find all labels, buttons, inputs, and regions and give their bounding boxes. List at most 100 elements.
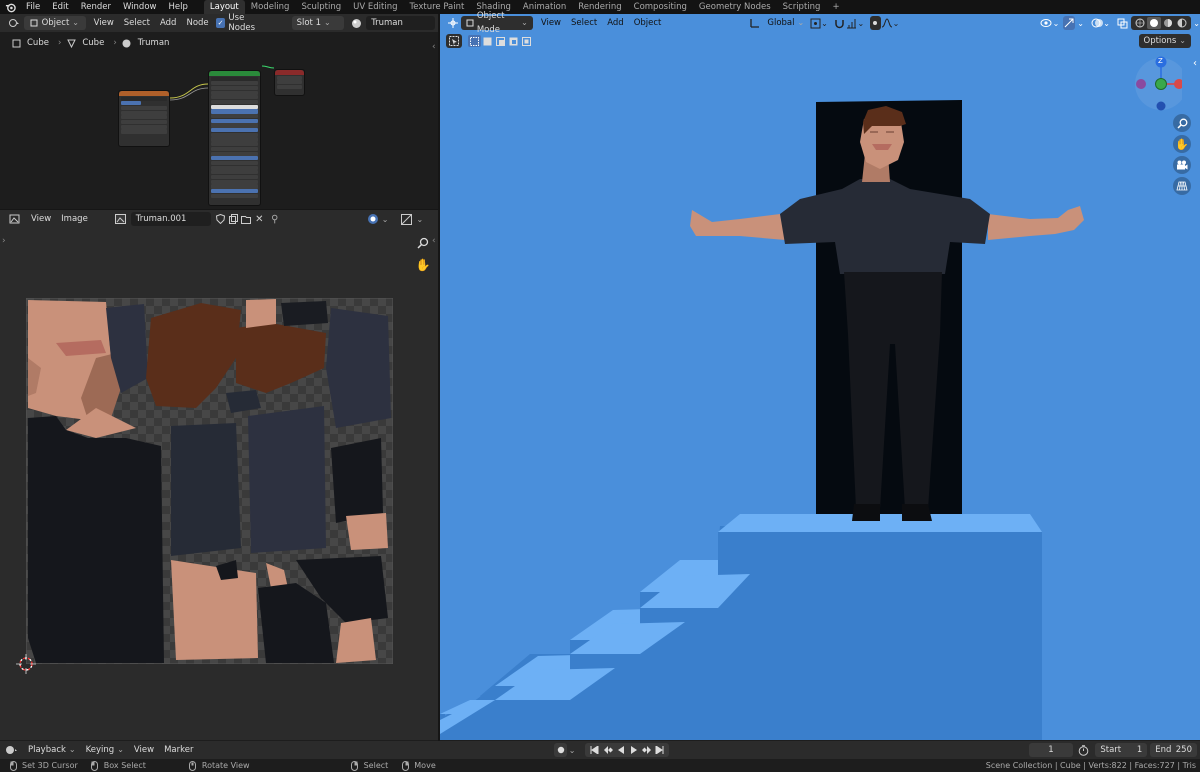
current-frame-field[interactable]: 1 xyxy=(1029,743,1073,757)
menu-view[interactable]: View xyxy=(89,18,119,28)
menu-marker[interactable]: Marker xyxy=(159,745,198,755)
start-frame-field[interactable]: Start 1 xyxy=(1095,743,1148,757)
menu-edit[interactable]: Edit xyxy=(46,0,74,14)
editor-type-icon[interactable] xyxy=(446,17,461,29)
tab-modeling[interactable]: Modeling xyxy=(245,0,296,14)
node-header[interactable] xyxy=(275,70,304,75)
overlays-icon[interactable] xyxy=(364,213,382,225)
transform-orientation-dropdown[interactable]: Global xyxy=(748,18,809,28)
menu-object[interactable]: Object xyxy=(629,18,667,28)
image-texture-node[interactable] xyxy=(118,90,170,147)
overlays-icon[interactable] xyxy=(1090,17,1103,29)
material-sphere-icon[interactable] xyxy=(347,18,367,29)
chevron-down-icon[interactable]: ⌄ xyxy=(1077,19,1084,28)
fake-user-shield-icon[interactable] xyxy=(214,214,227,224)
wireframe-shading-icon[interactable] xyxy=(1133,18,1147,28)
menu-file[interactable]: File xyxy=(20,0,46,14)
chevron-down-icon[interactable]: ⌄ xyxy=(1053,19,1060,28)
jump-to-start-icon[interactable] xyxy=(588,746,601,754)
chevron-down-icon[interactable]: ⌄ xyxy=(569,746,576,755)
menu-view[interactable]: View xyxy=(129,745,159,755)
visibility-eye-icon[interactable] xyxy=(1039,18,1052,28)
play-icon[interactable] xyxy=(627,746,640,754)
object-type-dropdown[interactable]: Object xyxy=(23,16,86,30)
node-header[interactable] xyxy=(119,91,169,96)
2d-cursor-icon[interactable] xyxy=(16,654,36,674)
menu-view[interactable]: View xyxy=(26,214,56,224)
chevron-down-icon[interactable]: ⌄ xyxy=(893,19,900,28)
menu-playback[interactable]: Playback xyxy=(23,745,81,755)
zoom-icon[interactable] xyxy=(1173,114,1191,132)
select-intersect-icon[interactable] xyxy=(520,36,533,46)
proportional-edit-icon[interactable] xyxy=(870,16,881,30)
camera-view-icon[interactable] xyxy=(1173,156,1191,174)
use-nodes-toggle[interactable]: ✓ Use Nodes xyxy=(215,13,278,33)
zoom-icon[interactable] xyxy=(414,234,432,252)
select-tool-icon[interactable] xyxy=(446,34,462,48)
editor-type-icon[interactable] xyxy=(4,214,26,224)
tab-scripting[interactable]: Scripting xyxy=(777,0,827,14)
menu-add[interactable]: Add xyxy=(155,18,181,28)
menu-view[interactable]: View xyxy=(536,18,566,28)
sidebar-toggle-icon[interactable]: ‹ xyxy=(432,236,436,246)
object-mode-dropdown[interactable]: Object Mode xyxy=(460,11,533,35)
tab-compositing[interactable]: Compositing xyxy=(628,0,693,14)
tab-uv-editing[interactable]: UV Editing xyxy=(347,0,403,14)
menu-select[interactable]: Select xyxy=(566,18,602,28)
editor-type-icon[interactable] xyxy=(2,745,23,755)
menu-keying[interactable]: Keying xyxy=(81,745,129,755)
add-workspace-button[interactable]: + xyxy=(826,0,845,14)
jump-to-keyframe-back-icon[interactable] xyxy=(601,746,614,754)
jump-to-end-icon[interactable] xyxy=(653,746,666,754)
xray-toggle-icon[interactable] xyxy=(1116,18,1129,29)
tab-sculpting[interactable]: Sculpting xyxy=(295,0,347,14)
pin-icon[interactable]: ⚲ xyxy=(266,214,284,225)
3d-viewport[interactable]: Object Mode View Select Add Object Globa… xyxy=(440,11,1200,740)
select-extend-icon[interactable] xyxy=(481,37,494,46)
tab-rendering[interactable]: Rendering xyxy=(572,0,627,14)
pivot-point-icon[interactable] xyxy=(809,18,821,29)
stopwatch-icon[interactable] xyxy=(1076,744,1092,756)
chevron-down-icon[interactable]: ⌄ xyxy=(382,215,389,224)
display-channels-icon[interactable] xyxy=(397,213,417,225)
tab-layout[interactable]: Layout xyxy=(203,0,245,14)
perspective-grid-icon[interactable] xyxy=(1173,177,1191,195)
open-folder-icon[interactable] xyxy=(240,215,253,224)
gizmo-toggle-icon[interactable] xyxy=(1063,16,1076,30)
falloff-icon[interactable] xyxy=(881,18,893,28)
tab-animation[interactable]: Animation xyxy=(517,0,572,14)
play-reverse-icon[interactable] xyxy=(614,746,627,754)
sidebar-toggle-icon[interactable]: ‹ xyxy=(1193,58,1197,69)
close-icon[interactable]: ✕ xyxy=(253,214,266,225)
end-frame-field[interactable]: End 250 xyxy=(1150,743,1197,757)
blender-logo-icon[interactable] xyxy=(0,0,20,14)
pan-hand-icon[interactable]: ✋ xyxy=(1173,135,1191,153)
select-invert-icon[interactable] xyxy=(507,37,520,46)
checkbox-checked-icon[interactable]: ✓ xyxy=(215,18,226,28)
image-name-field[interactable]: Truman.001 xyxy=(130,212,211,226)
uv-texture-canvas[interactable] xyxy=(26,298,393,664)
material-name-field[interactable]: Truman xyxy=(366,16,435,30)
select-subtract-icon[interactable] xyxy=(494,36,507,46)
menu-render[interactable]: Render xyxy=(75,0,117,14)
jump-to-keyframe-forward-icon[interactable] xyxy=(640,746,653,754)
pan-hand-icon[interactable]: ✋ xyxy=(414,256,432,274)
slot-dropdown[interactable]: Slot 1 xyxy=(291,16,344,30)
tab-geometry-nodes[interactable]: Geometry Nodes xyxy=(693,0,777,14)
menu-node[interactable]: Node xyxy=(181,18,213,28)
toolbar-toggle-icon[interactable]: › xyxy=(2,236,6,246)
snap-magnet-icon[interactable] xyxy=(834,18,846,29)
solid-shading-icon[interactable] xyxy=(1147,17,1162,29)
area-divider[interactable] xyxy=(0,209,438,210)
chevron-down-icon[interactable]: ⌄ xyxy=(858,19,865,28)
area-divider[interactable] xyxy=(438,14,440,741)
select-new-icon[interactable] xyxy=(468,35,481,47)
rendered-shading-icon[interactable] xyxy=(1175,18,1189,28)
menu-window[interactable]: Window xyxy=(117,0,163,14)
sidebar-toggle-icon[interactable]: ‹ xyxy=(432,42,436,52)
menu-add[interactable]: Add xyxy=(602,18,628,28)
material-output-node[interactable] xyxy=(274,69,305,96)
image-browse-icon[interactable] xyxy=(111,214,131,224)
menu-help[interactable]: Help xyxy=(162,0,193,14)
navigation-gizmo[interactable] xyxy=(1132,54,1182,116)
